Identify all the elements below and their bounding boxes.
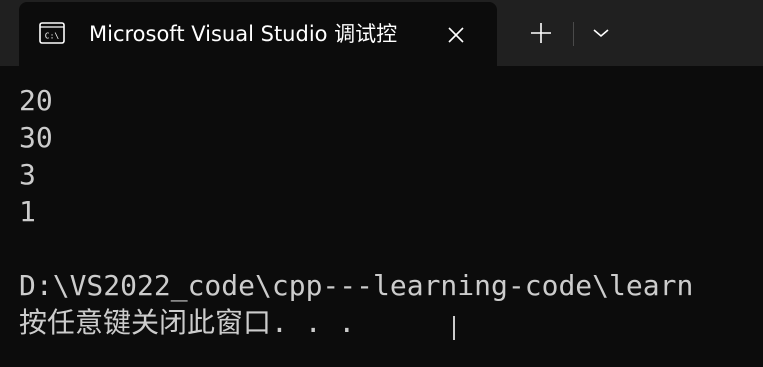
output-line: 1 xyxy=(19,195,36,228)
chevron-down-icon xyxy=(593,29,609,38)
close-tab-button[interactable] xyxy=(439,18,473,52)
terminal-tab[interactable]: C:\ Microsoft Visual Studio 调试控 xyxy=(19,2,497,66)
title-bar-divider xyxy=(573,22,574,46)
terminal-window: C:\ Microsoft Visual Studio 调试控 20 30 3 … xyxy=(0,0,763,367)
close-icon xyxy=(448,27,464,43)
console-output[interactable]: 20 30 3 1 D:\VS2022_code\cpp---learning-… xyxy=(0,66,763,367)
output-line: 3 xyxy=(19,158,36,191)
new-tab-button[interactable] xyxy=(524,16,558,50)
tab-title: Microsoft Visual Studio 调试控 xyxy=(89,22,398,46)
console-icon: C:\ xyxy=(39,22,65,44)
output-line: 20 xyxy=(19,84,53,117)
output-line: 30 xyxy=(19,121,53,154)
tab-dropdown-button[interactable] xyxy=(584,16,618,50)
output-path-line: D:\VS2022_code\cpp---learning-code\learn xyxy=(19,269,694,302)
plus-icon xyxy=(531,23,551,43)
text-cursor xyxy=(453,316,455,340)
title-bar: C:\ Microsoft Visual Studio 调试控 xyxy=(0,0,763,66)
press-key-prompt: 按任意键关闭此窗口. . . xyxy=(19,306,356,339)
svg-text:C:\: C:\ xyxy=(45,32,60,41)
